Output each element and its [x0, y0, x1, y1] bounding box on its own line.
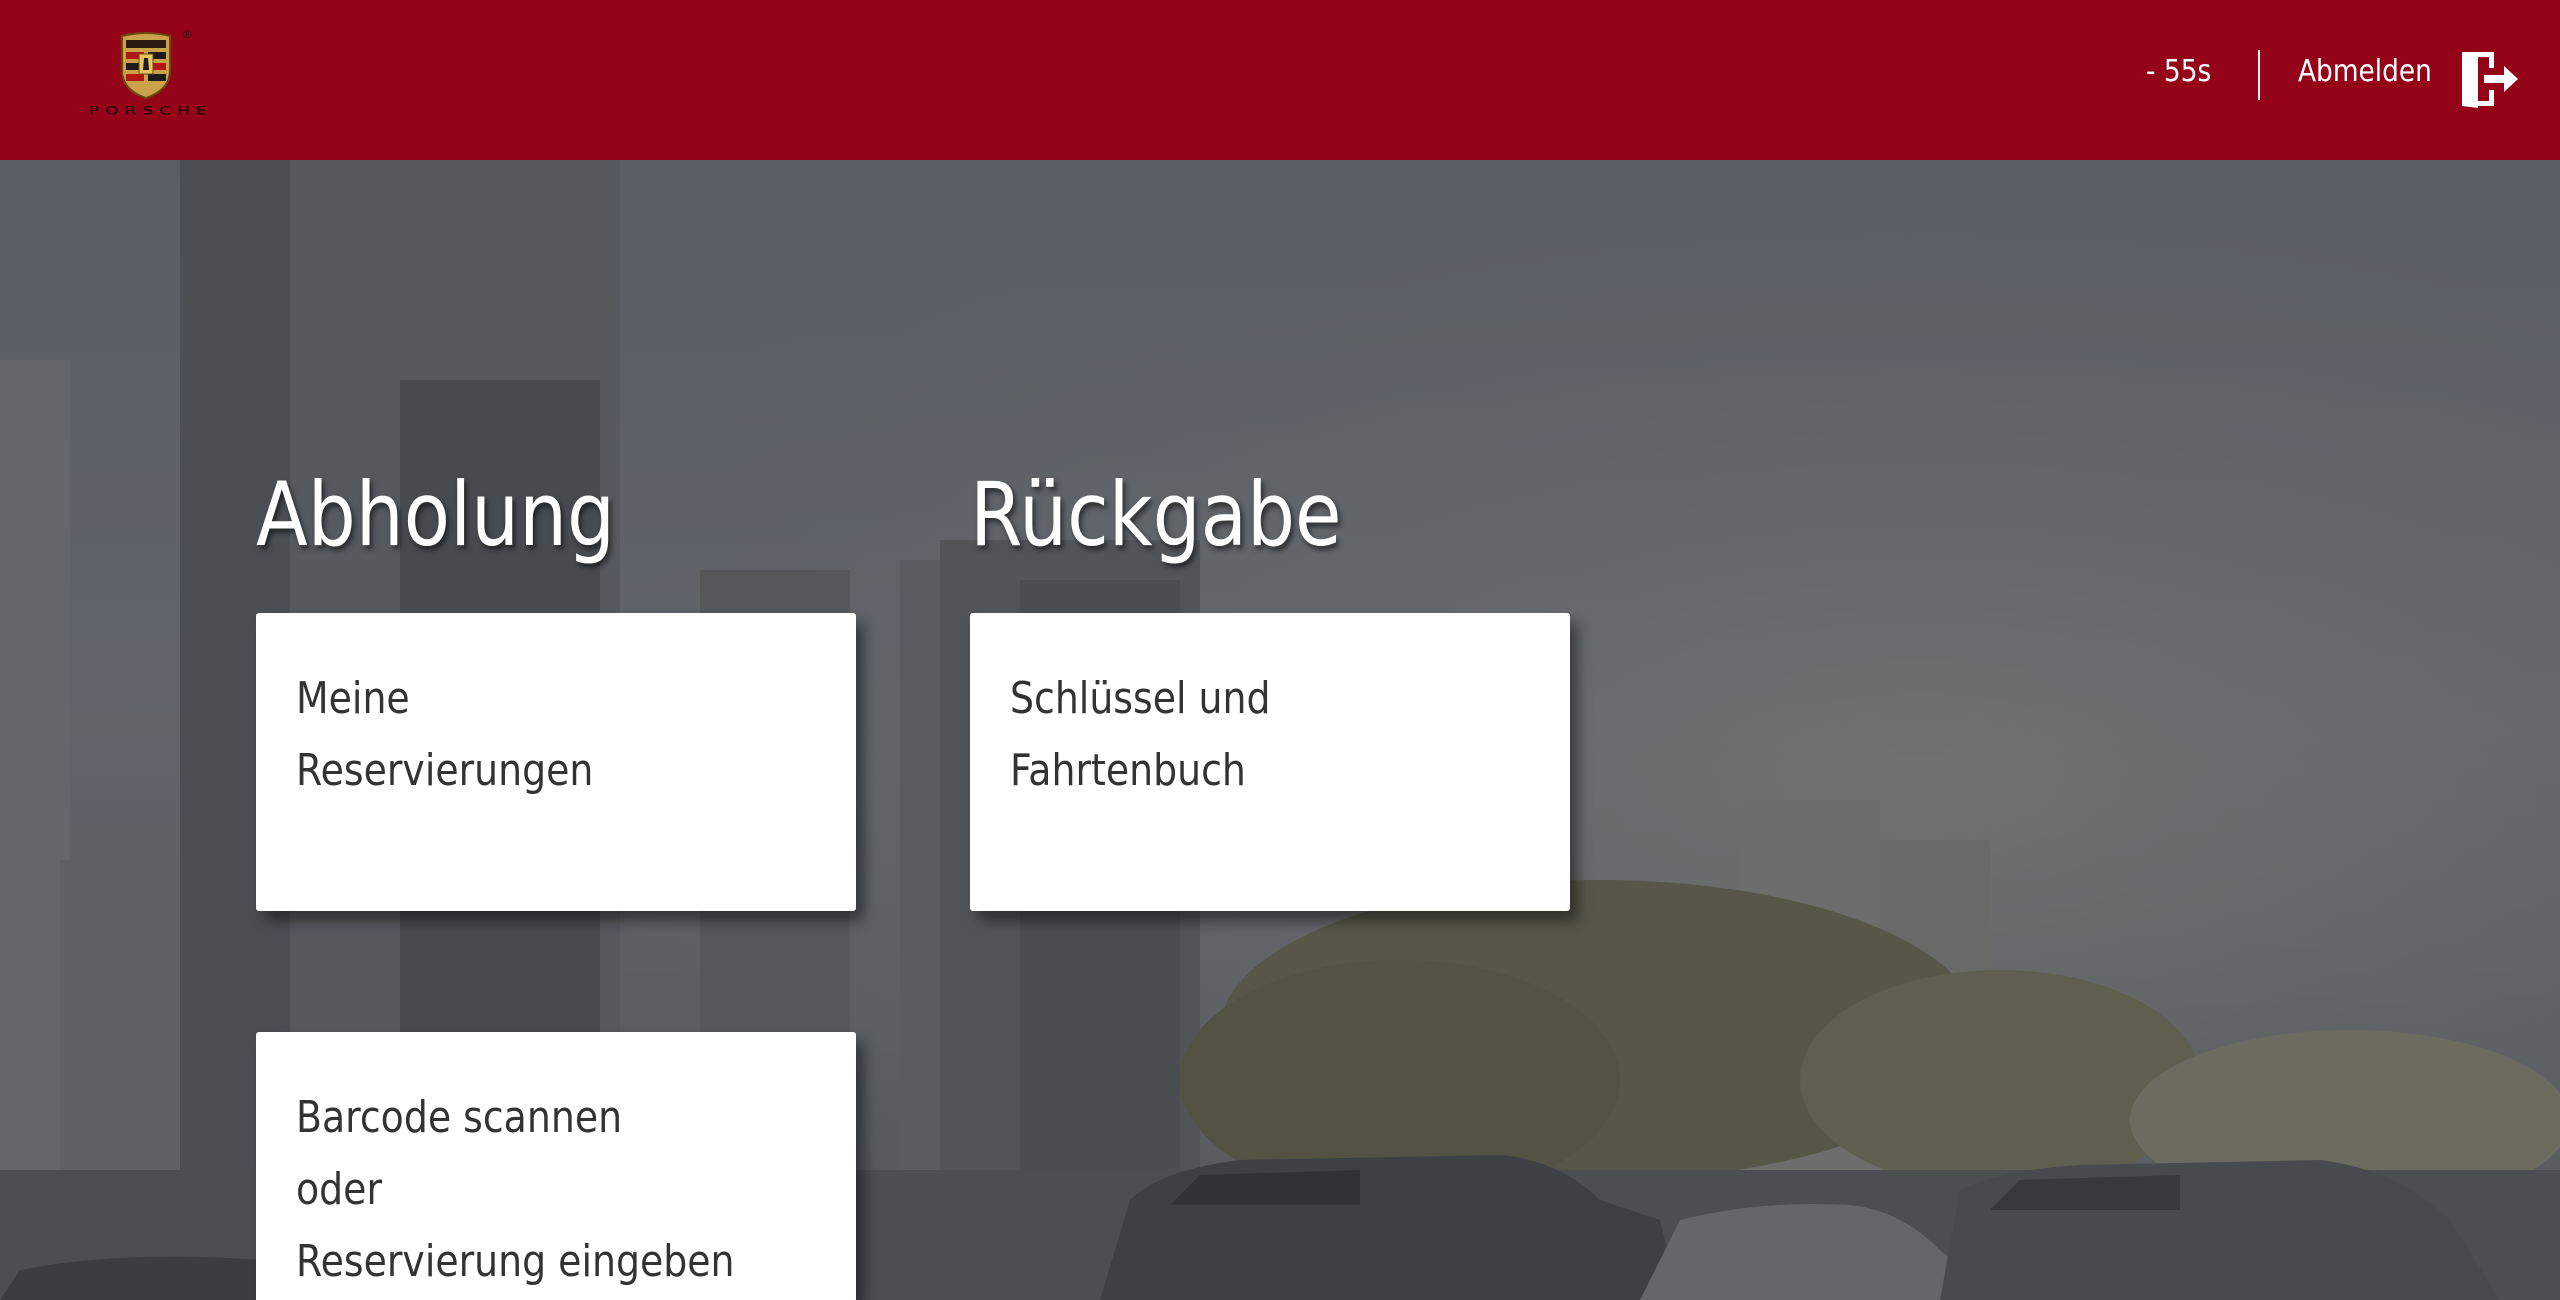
tile-label-line: Reservierung eingeben	[296, 1236, 735, 1287]
tile-label-line: Fahrtenbuch	[1010, 745, 1246, 796]
porsche-crest-icon	[121, 32, 171, 100]
tile-label-line: Reservierungen	[296, 745, 594, 796]
tile-label-line: Barcode scannen	[296, 1092, 623, 1143]
registered-mark: ®	[182, 28, 193, 41]
pickup-section-title: Abholung	[256, 463, 616, 566]
logout-door-icon[interactable]	[2456, 48, 2522, 110]
keys-and-logbook-tile[interactable]: Schlüssel und Fahrtenbuch	[970, 613, 1570, 911]
session-timer: - 55s	[2146, 54, 2212, 89]
logout-button-label[interactable]: Abmelden	[2298, 54, 2432, 89]
header-divider	[2258, 50, 2260, 100]
top-bar: ® PORSCHE - 55s Abmelden	[0, 0, 2560, 160]
tile-label-line: Meine	[296, 673, 410, 724]
tile-label-line: oder	[296, 1164, 383, 1215]
scan-barcode-tile[interactable]: Barcode scannen oder Reservierung eingeb…	[256, 1032, 856, 1300]
my-reservations-tile[interactable]: Meine Reservierungen	[256, 613, 856, 911]
porsche-wordmark: PORSCHE	[89, 104, 213, 118]
tile-label-line: Schlüssel und	[1010, 673, 1271, 724]
porsche-logo: ® PORSCHE	[58, 26, 244, 130]
return-section-title: Rückgabe	[970, 463, 1342, 566]
